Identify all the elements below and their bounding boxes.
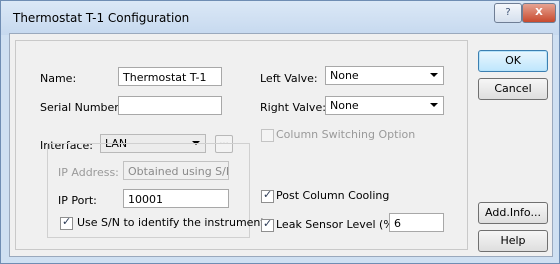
left-valve-dropdown[interactable]: None [325,66,444,85]
right-valve-value: None [330,99,359,112]
right-valve-dropdown[interactable]: None [325,96,444,115]
help-title-button[interactable]: ? [494,3,522,23]
ip-port-label: IP Port: [58,194,97,207]
column-switching-label: Column Switching Option [276,128,416,141]
leak-sensor-level-field[interactable]: 6 [389,213,444,232]
chevron-down-icon [430,103,438,107]
dialog-body: Name: Thermostat T-1 Serial Number: Inte… [9,33,553,257]
config-dialog: Thermostat T-1 Configuration ? X Name: T… [0,0,560,264]
help-button[interactable]: Help [478,230,548,252]
cancel-button[interactable]: Cancel [478,78,548,100]
ip-address-field: Obtained using S/N [123,161,229,180]
leak-sensor-label: Leak Sensor Level (%): [276,218,402,231]
use-sn-checkbox[interactable] [60,215,73,230]
leak-sensor-checkbox[interactable] [261,217,274,232]
post-column-cooling-checkbox[interactable] [261,188,274,203]
window-title: Thermostat T-1 Configuration [13,11,190,25]
chevron-down-icon [430,73,438,77]
use-sn-label: Use S/N to identify the instrument [77,216,265,229]
name-label: Name: [40,72,77,85]
name-field[interactable]: Thermostat T-1 [118,67,222,86]
left-valve-label: Left Valve: [260,72,318,85]
title-bar: Thermostat T-1 Configuration ? X [1,1,559,35]
ok-button[interactable]: OK [478,50,548,72]
close-button[interactable]: X [522,3,556,23]
post-column-cooling-label: Post Column Cooling [276,189,390,202]
serial-number-field[interactable] [118,96,222,115]
ip-port-field[interactable]: 10001 [123,189,229,208]
ip-address-label: IP Address: [58,166,119,179]
serial-number-label: Serial Number: [40,101,123,114]
left-valve-value: None [330,69,359,82]
right-valve-label: Right Valve: [260,101,326,114]
add-info-button[interactable]: Add.Info... [478,202,548,224]
column-switching-checkbox [261,129,274,142]
